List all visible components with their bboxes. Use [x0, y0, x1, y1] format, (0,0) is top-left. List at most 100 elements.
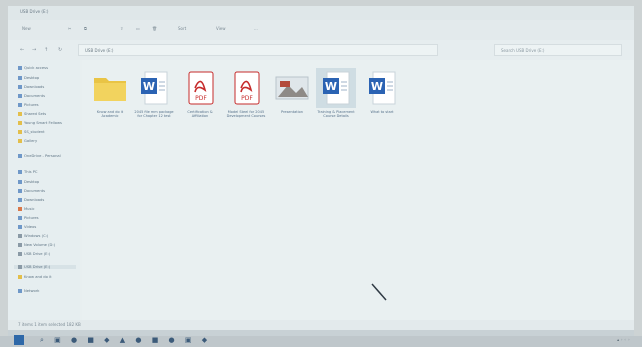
sidebar-item-gallery[interactable]: Gallery — [18, 139, 37, 143]
sidebar-item-drive-e[interactable]: USB Drive (E:) — [18, 252, 50, 256]
sidebar-item-documents[interactable]: Documents — [18, 94, 45, 98]
usb-icon — [18, 252, 22, 256]
sidebar-item-desktop[interactable]: Desktop — [18, 76, 39, 80]
music-icon — [18, 207, 22, 211]
document-icon — [18, 94, 22, 98]
cloud-icon — [18, 154, 22, 158]
file-name: Presentation — [281, 110, 303, 114]
sidebar-item-pc-downloads[interactable]: Downloads — [18, 198, 44, 202]
drive-icon — [18, 243, 22, 247]
file-item-pdf-2[interactable]: PDF Model Steel for 2045 Development Cou… — [226, 68, 266, 138]
folder-icon — [18, 139, 22, 143]
cut-icon[interactable]: ✂ — [68, 26, 71, 31]
word-icon: W — [362, 68, 402, 108]
status-text: 7 items 1 item selected 182 KB — [18, 322, 81, 327]
word-icon: W — [316, 68, 356, 108]
download-icon — [18, 198, 22, 202]
sidebar-item-music[interactable]: Music — [18, 207, 35, 211]
sidebar-item-know-and-do[interactable]: Know and do it — [18, 275, 52, 279]
file-item-folder[interactable]: Know and do it Academic — [90, 68, 130, 138]
folder-icon — [18, 275, 22, 279]
sidebar-item-quick-access[interactable]: Quick access — [18, 66, 48, 70]
file-name: Know and do it Academic — [96, 110, 124, 119]
window-title: USB Drive (E:) — [20, 9, 49, 14]
document-icon — [18, 189, 22, 193]
refresh-icon[interactable]: ↻ — [58, 47, 62, 53]
picture-icon — [18, 103, 22, 107]
file-name: Model Steel for 2045 Development Courses — [226, 110, 266, 119]
download-icon — [18, 85, 22, 89]
picture-icon — [18, 216, 22, 220]
image-icon — [272, 68, 312, 108]
svg-text:W: W — [325, 80, 337, 93]
sidebar-item-downloads[interactable]: Downloads — [18, 85, 44, 89]
file-name: Training & Placement Course Details — [317, 110, 355, 119]
folder-icon — [90, 68, 130, 108]
pdf-icon: PDF — [226, 68, 266, 108]
search-input[interactable]: Search USB Drive (E:) — [494, 44, 622, 56]
rename-icon[interactable]: ▭ — [136, 26, 140, 31]
sidebar-item-pictures[interactable]: Pictures — [18, 103, 39, 107]
file-name: 2045 file mm package for Chapter 12 test — [134, 110, 174, 119]
command-bar: New ✂ ⧉ ⇪ ▭ 🗑 Sort View ... — [8, 20, 634, 40]
sidebar-item-drive-c[interactable]: Windows (C:) — [18, 234, 48, 238]
pc-icon — [18, 170, 22, 174]
start-button-icon[interactable] — [14, 335, 24, 345]
mouse-pointer-icon — [371, 283, 387, 301]
navigation-pane: Quick access Desktop Downloads Documents… — [8, 60, 80, 320]
title-bar: USB Drive (E:) — [8, 6, 634, 20]
file-item-word-2[interactable]: W What to start — [362, 68, 402, 138]
file-item-pdf[interactable]: PDF Certification & Affiliation — [180, 68, 220, 138]
view-button[interactable]: View — [216, 26, 226, 31]
sidebar-item-pc-pictures[interactable]: Pictures — [18, 216, 39, 220]
taskbar-pinned-icons[interactable]: ⌕ ▣ ● ■ ◆ ▲ ● ■ ● ▣ ◆ — [40, 336, 211, 345]
svg-text:W: W — [143, 80, 155, 93]
address-bar: ← → ↑ ↻ USB Drive (E:) Search USB Drive … — [8, 40, 634, 60]
screen: USB Drive (E:) New ✂ ⧉ ⇪ ▭ 🗑 Sort View .… — [8, 6, 634, 336]
forward-icon[interactable]: → — [32, 47, 36, 53]
sidebar-item-pc-desktop[interactable]: Desktop — [18, 180, 39, 184]
word-icon: W — [134, 68, 174, 108]
sidebar-item-videos[interactable]: Videos — [18, 225, 36, 229]
sidebar-item-network[interactable]: Network — [18, 289, 39, 293]
delete-icon[interactable]: 🗑 — [152, 26, 157, 31]
up-icon[interactable]: ↑ — [44, 47, 48, 53]
svg-text:PDF: PDF — [195, 95, 207, 102]
pdf-icon: PDF — [180, 68, 220, 108]
copy-icon[interactable]: ⧉ — [84, 26, 87, 31]
folder-icon — [18, 130, 22, 134]
star-icon — [18, 66, 22, 70]
sidebar-item-pc-documents[interactable]: Documents — [18, 189, 45, 193]
svg-text:W: W — [371, 80, 383, 93]
sidebar-item-this-pc[interactable]: This PC — [18, 170, 38, 174]
network-icon — [18, 289, 22, 293]
file-item-word[interactable]: W 2045 file mm package for Chapter 12 te… — [134, 68, 174, 138]
video-icon — [18, 225, 22, 229]
more-button[interactable]: ... — [254, 26, 258, 31]
desktop-icon — [18, 180, 22, 184]
share-icon[interactable]: ⇪ — [120, 26, 123, 31]
sidebar-item-young-smart[interactable]: Young Smart Fellows — [18, 121, 62, 125]
new-button[interactable]: New — [22, 26, 31, 31]
desktop-icon — [18, 76, 22, 80]
sidebar-item-ss-student[interactable]: SS_student — [18, 130, 45, 134]
folder-icon — [18, 112, 22, 116]
sidebar-item-drive-d[interactable]: New Volume (D:) — [18, 243, 55, 247]
file-item-image[interactable]: Presentation — [272, 68, 312, 138]
drive-icon — [18, 234, 22, 238]
sort-button[interactable]: Sort — [178, 26, 186, 31]
sidebar-item-onedrive[interactable]: OneDrive - Personal — [18, 154, 61, 158]
file-name: Certification & Affiliation — [187, 110, 213, 119]
folder-icon — [18, 121, 22, 125]
svg-text:PDF: PDF — [241, 95, 253, 102]
sidebar-item-shared-sets[interactable]: Shared Sets — [18, 112, 46, 116]
file-name: What to start — [370, 110, 394, 114]
file-list: Know and do it Academic W 2045 file mm p… — [82, 60, 634, 320]
system-tray[interactable]: ▴ ◦ ◦ ◦ — [617, 337, 630, 342]
back-icon[interactable]: ← — [20, 47, 24, 53]
address-path[interactable]: USB Drive (E:) — [78, 44, 438, 56]
sidebar-item-usb-selected[interactable]: USB Drive (E:) — [14, 265, 76, 269]
usb-icon — [18, 265, 22, 269]
file-item-word-selected[interactable]: W Training & Placement Course Details — [316, 68, 356, 138]
status-bar: 7 items 1 item selected 182 KB — [8, 320, 634, 330]
